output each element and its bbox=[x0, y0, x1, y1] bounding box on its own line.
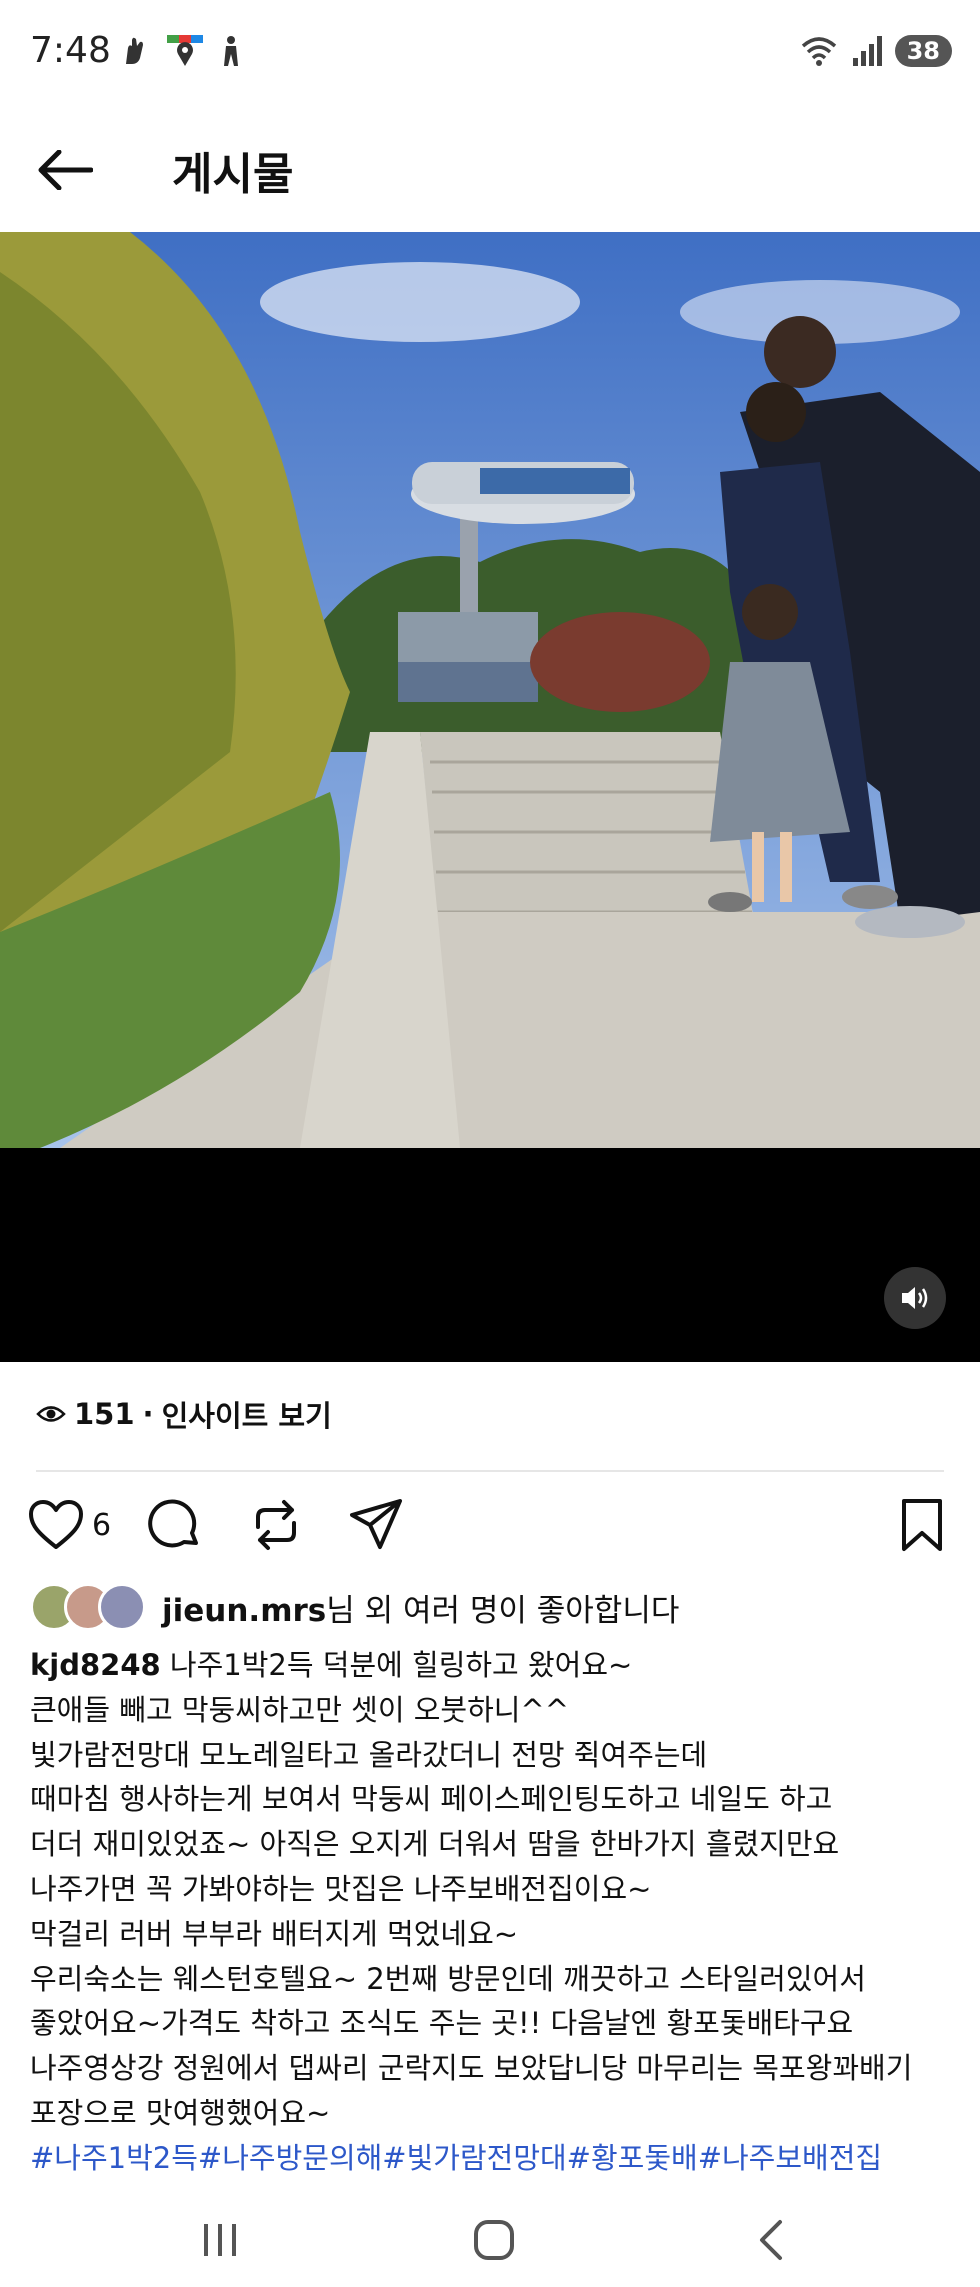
liker-username[interactable]: jieun.mrs bbox=[162, 1593, 326, 1629]
share-icon bbox=[350, 1499, 402, 1549]
caption-line: 큰애들 빼고 막둥씨하고만 셋이 오붓하니^^ bbox=[30, 1692, 570, 1727]
status-left-icons bbox=[118, 34, 244, 68]
share-button[interactable] bbox=[348, 1495, 404, 1555]
caption-line: 때마침 행사하는게 보여서 막둥씨 페이스페인팅도하고 네일도 하고 bbox=[30, 1782, 833, 1817]
avatar bbox=[98, 1583, 146, 1631]
hand-icon bbox=[126, 37, 143, 64]
signal-icon bbox=[852, 36, 882, 66]
liker-avatars bbox=[30, 1583, 146, 1631]
comment-icon bbox=[148, 1499, 198, 1548]
maps-pin-icon bbox=[167, 35, 203, 66]
insights-label: 인사이트 보기 bbox=[161, 1399, 332, 1433]
caption-line: 나주가면 꼭 가봐야하는 맛집은 나주보배전집이요~ bbox=[30, 1871, 652, 1906]
header: 게시물 bbox=[0, 120, 980, 220]
status-bar: 7:48 38 bbox=[0, 0, 980, 110]
bookmark-icon bbox=[902, 1499, 942, 1551]
likes-suffix: 님 외 여러 명이 좋아합니다 bbox=[326, 1592, 680, 1629]
post-photo bbox=[0, 232, 980, 1148]
insights-link[interactable]: 151 · 인사이트 보기 bbox=[36, 1393, 332, 1435]
repost-icon bbox=[256, 1500, 296, 1550]
status-time: 7:48 bbox=[30, 30, 111, 71]
sound-toggle-button[interactable] bbox=[884, 1267, 946, 1329]
likes-text: jieun.mrs님 외 여러 명이 좋아합니다 bbox=[162, 1585, 679, 1630]
caption-username[interactable]: kjd8248 bbox=[30, 1648, 161, 1682]
home-button[interactable] bbox=[454, 2212, 534, 2268]
comment-button[interactable] bbox=[146, 1495, 202, 1555]
heart-icon bbox=[29, 1500, 83, 1549]
repost-button[interactable] bbox=[248, 1495, 304, 1555]
back-icon bbox=[760, 2220, 782, 2260]
nav-back-button[interactable] bbox=[730, 2212, 810, 2268]
caption-line: 빛가람전망대 모노레일타고 올라갔더니 전망 쥑여주는데 bbox=[30, 1737, 708, 1772]
insights-separator: · bbox=[142, 1397, 154, 1431]
post-caption: kjd8248 나주1박2득 덕분에 힐링하고 왔어요~ 큰애들 빼고 막둥씨하… bbox=[30, 1643, 960, 2181]
caption-line: 우리숙소는 웨스턴호텔요~ 2번째 방문인데 깨끗하고 스타일러있어서 bbox=[30, 1961, 866, 1996]
back-button[interactable] bbox=[34, 140, 96, 200]
recent-apps-icon bbox=[204, 2224, 236, 2256]
recent-apps-button[interactable] bbox=[180, 2212, 260, 2268]
bookmark-button[interactable] bbox=[898, 1495, 946, 1555]
likes-summary[interactable]: jieun.mrs님 외 여러 명이 좋아합니다 bbox=[30, 1583, 679, 1631]
battery-icon: 38 bbox=[894, 35, 952, 67]
caption-line: kjd8248 나주1박2득 덕분에 힐링하고 왔어요~ bbox=[30, 1643, 960, 1688]
system-nav-bar bbox=[0, 2200, 980, 2287]
caption-line: 더더 재미있었죠~ 아직은 오지게 더워서 땀을 한바가지 흘렸지만요 bbox=[30, 1827, 840, 1862]
caption-first-line: 나주1박2득 덕분에 힐링하고 왔어요~ bbox=[160, 1648, 633, 1682]
speaker-icon bbox=[902, 1287, 928, 1309]
wifi-icon bbox=[801, 37, 836, 66]
page-title: 게시물 bbox=[172, 149, 294, 200]
caption-line: 좋았어요~가격도 착하고 조식도 주는 곳!! 다음날엔 황포돛배타구요 bbox=[30, 2006, 854, 2041]
eye-icon bbox=[36, 1406, 66, 1422]
caption-line: 포장으로 맛여행했어요~ bbox=[30, 2095, 331, 2130]
divider bbox=[36, 1470, 944, 1472]
caption-line: 막걸리 러버 부부라 배터지게 먹었네요~ bbox=[30, 1916, 519, 1951]
post-media[interactable] bbox=[0, 232, 980, 1362]
view-count: 151 bbox=[74, 1397, 135, 1431]
caption-hashtags[interactable]: #나주1박2득#나주방문의해#빛가람전망대#황포돛배#나주보배전집 bbox=[30, 2136, 960, 2181]
action-bar: 6 bbox=[28, 1495, 952, 1563]
like-count: 6 bbox=[92, 1507, 112, 1543]
person-icon bbox=[224, 36, 238, 66]
like-button[interactable]: 6 bbox=[28, 1495, 111, 1555]
status-right-icons: 38 bbox=[799, 34, 952, 68]
caption-line: 나주영상강 정원에서 댑싸리 군락지도 보았답니당 마무리는 목포왕꽈배기 bbox=[30, 2051, 913, 2086]
arrow-left-icon bbox=[38, 150, 93, 190]
home-icon bbox=[474, 2220, 514, 2260]
